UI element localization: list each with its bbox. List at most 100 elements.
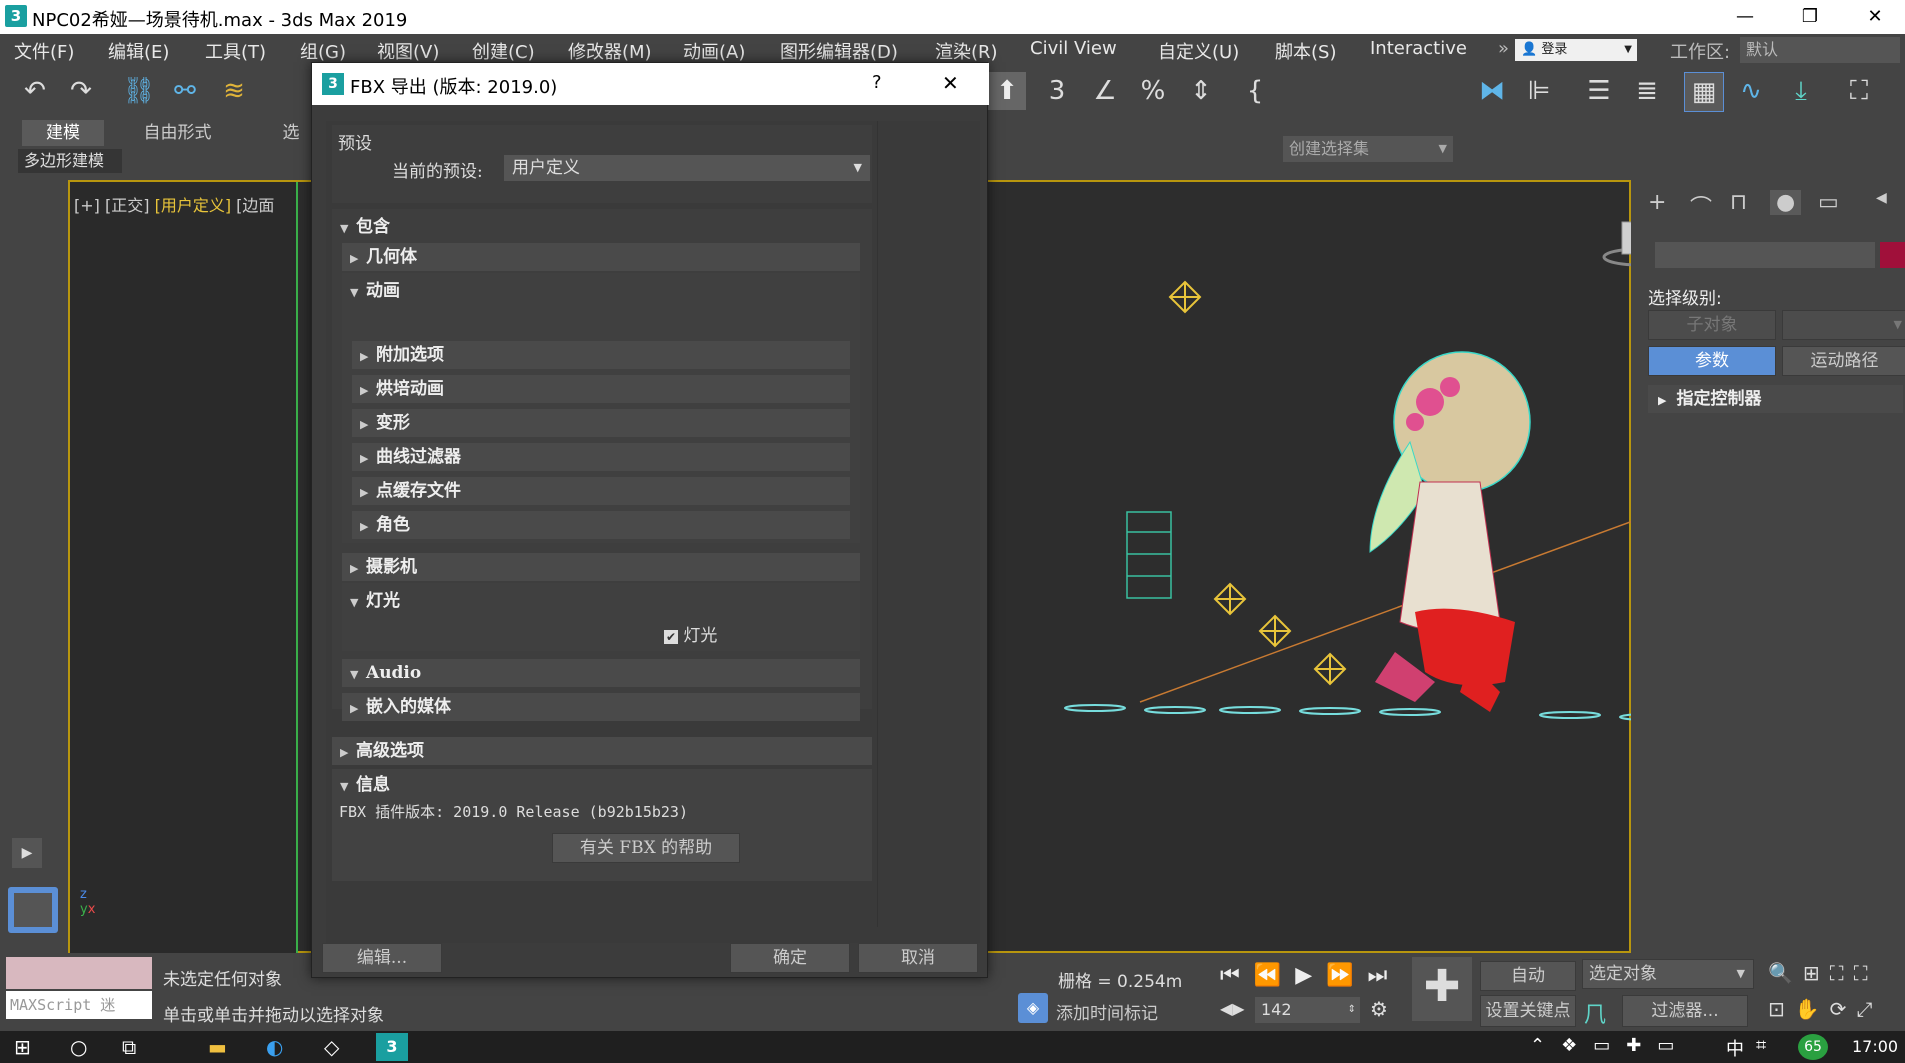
create-tab-icon[interactable]: + — [1648, 190, 1666, 215]
align-icon[interactable]: ⊫ — [1520, 72, 1558, 110]
ribbon-toggle-icon[interactable]: ▦ — [1684, 72, 1724, 112]
menu-file[interactable]: 文件(F) — [14, 38, 74, 64]
display-tab-icon[interactable]: ▭ — [1818, 190, 1839, 215]
embed-media-rollout[interactable]: ▶ 嵌入的媒体 — [342, 693, 860, 721]
parameters-button[interactable]: 参数 — [1648, 346, 1776, 376]
sub-object-button[interactable]: 子对象 — [1648, 310, 1776, 340]
viewport-layout-thumbnail[interactable] — [8, 887, 58, 933]
menu-customize[interactable]: 自定义(U) — [1158, 38, 1239, 64]
edit-preset-button[interactable]: 编辑... — [322, 943, 442, 973]
advanced-options-rollout[interactable]: ▶ 高级选项 — [332, 737, 872, 765]
menu-edit[interactable]: 编辑(E) — [108, 38, 169, 64]
cancel-button[interactable]: 取消 — [858, 943, 978, 973]
maximize-viewport-icon[interactable]: ⤢ — [1856, 997, 1882, 1021]
maxscript-listener-input[interactable]: MAXScript 迷 — [6, 991, 152, 1019]
scene-explorer-icon[interactable]: ☰ — [1580, 72, 1618, 110]
spinner-icon[interactable]: ⇕ — [1348, 997, 1356, 1023]
login-dropdown[interactable]: 👤 登录 ▼ — [1515, 39, 1637, 61]
edit-named-selection-icon[interactable]: { — [1236, 72, 1274, 110]
menu-rendering[interactable]: 渲染(R) — [935, 38, 998, 64]
tray-app-icon[interactable]: ❖ — [1561, 1035, 1593, 1056]
tab-selection[interactable]: 选 — [276, 120, 306, 146]
3dsmax-taskbar-icon[interactable]: 3 — [376, 1033, 408, 1061]
minimize-button[interactable]: — — [1715, 0, 1775, 34]
menu-modifiers[interactable]: 修改器(M) — [568, 38, 652, 64]
zoom-extents-all-icon[interactable]: ⛶ — [1854, 961, 1878, 985]
maximize-button[interactable]: ❐ — [1780, 0, 1840, 34]
expand-viewport-layouts-icon[interactable]: ▶ — [12, 838, 42, 868]
menu-create[interactable]: 创建(C) — [472, 38, 535, 64]
select-manipulate-icon[interactable]: ⬆ — [988, 72, 1026, 110]
help-button[interactable]: ? — [872, 72, 882, 93]
next-frame-icon[interactable]: ⏩ — [1326, 963, 1367, 988]
menu-view[interactable]: 视图(V) — [377, 38, 439, 64]
search-icon[interactable]: ○ — [70, 1035, 87, 1059]
menu-animation[interactable]: 动画(A) — [683, 38, 745, 64]
schematic-view-icon[interactable]: ⤓ — [1782, 72, 1820, 110]
curve-editor-icon[interactable]: ∿ — [1732, 72, 1770, 110]
include-rollout[interactable]: ▼ 包含 — [332, 213, 872, 241]
system-clock[interactable]: 17:00 — [1852, 1037, 1898, 1056]
previous-frame-icon[interactable]: ⏪ — [1254, 963, 1295, 988]
ime-indicator[interactable]: 中 — [1726, 1035, 1744, 1061]
key-mode-icon[interactable]: ◀▶ — [1220, 999, 1245, 1018]
motion-paths-button[interactable]: 运动路径 — [1782, 346, 1905, 376]
tray-display-icon[interactable]: ▭ — [1657, 1035, 1690, 1056]
viewport-user-label[interactable]: [用户定义] — [155, 196, 232, 215]
add-time-tag-label[interactable]: 添加时间标记 — [1056, 999, 1158, 1024]
chevron-left-icon[interactable]: ◀ — [1876, 190, 1887, 206]
play-icon[interactable]: ▶ — [1295, 963, 1326, 988]
tray-shield-icon[interactable]: ✚ — [1626, 1035, 1657, 1056]
bake-animation-rollout[interactable]: ▶ 烘培动画 — [352, 375, 850, 403]
go-to-end-icon[interactable]: ⏭ — [1368, 963, 1402, 988]
hierarchy-tab-icon[interactable]: ⊓ — [1730, 190, 1747, 215]
unity-icon[interactable]: ◇ — [324, 1035, 339, 1059]
key-filter-dropdown[interactable]: 选定对象 ▼ — [1582, 959, 1754, 989]
audio-rollout[interactable]: ▼ Audio — [342, 659, 860, 687]
mini-listener-output[interactable] — [6, 957, 152, 989]
modify-tab-icon[interactable]: ⌒ — [1690, 190, 1712, 222]
time-configuration-icon[interactable]: ⚙ — [1370, 997, 1388, 1021]
animation-rollout[interactable]: ▼ 动画 — [342, 277, 860, 305]
dialog-close-button[interactable]: ✕ — [942, 71, 959, 95]
menu-more-icon[interactable]: » — [1498, 38, 1509, 59]
fbx-help-button[interactable]: 有关 FBX 的帮助 — [552, 833, 740, 863]
cameras-rollout[interactable]: ▶ 摄影机 — [342, 553, 860, 581]
auto-key-button[interactable]: 自动 — [1480, 961, 1576, 991]
curve-filters-rollout[interactable]: ▶ 曲线过滤器 — [352, 443, 850, 471]
zoom-all-icon[interactable]: ⊞ — [1803, 961, 1830, 985]
left-viewport[interactable] — [70, 182, 298, 953]
go-to-start-icon[interactable]: ⏮ — [1220, 963, 1254, 988]
file-explorer-icon[interactable]: ▬ — [208, 1035, 227, 1059]
angle-snap-icon[interactable]: ∠ — [1086, 72, 1124, 110]
geometry-rollout[interactable]: ▶ 几何体 — [342, 243, 860, 271]
link-icon[interactable]: ⛓ — [120, 72, 158, 110]
menu-scripting[interactable]: 脚本(S) — [1275, 38, 1336, 64]
bind-space-warp-icon[interactable]: ≋ — [215, 72, 253, 110]
set-key-button[interactable]: 设置关键点 — [1480, 995, 1576, 1027]
menu-civil-view[interactable]: Civil View — [1030, 38, 1117, 59]
viewport-menu-label[interactable]: [+] — [74, 196, 100, 215]
lights-checkbox-row[interactable]: ✔ 灯光 — [664, 621, 717, 646]
zoom-icon[interactable]: 🔍 — [1768, 961, 1803, 985]
ime-mode-icon[interactable]: ⌗ — [1756, 1035, 1766, 1056]
zoom-extents-icon[interactable]: ⛶ — [1830, 961, 1854, 985]
lights-checkbox[interactable]: ✔ — [664, 629, 678, 644]
browser-icon[interactable]: ◐ — [266, 1035, 283, 1059]
assign-controller-rollout[interactable]: ▶ 指定控制器 — [1648, 385, 1903, 413]
layer-explorer-icon[interactable]: ≣ — [1628, 72, 1666, 110]
ok-button[interactable]: 确定 — [730, 943, 850, 973]
tray-chevron-icon[interactable]: ⌃ — [1530, 1035, 1561, 1056]
redo-icon[interactable]: ↷ — [62, 72, 100, 110]
polygon-modeling-panel[interactable]: 多边形建模 — [18, 149, 122, 173]
lights-rollout[interactable]: ▼ 灯光 — [342, 587, 860, 615]
extra-options-rollout[interactable]: ▶ 附加选项 — [352, 341, 850, 369]
task-view-icon[interactable]: ⧉ — [122, 1035, 136, 1059]
tab-modeling[interactable]: 建模 — [22, 120, 104, 146]
named-selection-set-dropdown[interactable]: 创建选择集 ▼ — [1283, 136, 1453, 162]
menu-graph-editors[interactable]: 图形编辑器(D) — [780, 38, 898, 64]
tray-network-icon[interactable]: ▭ — [1593, 1035, 1626, 1056]
material-editor-icon[interactable]: ⛶ — [1840, 72, 1878, 110]
viewport-view-label[interactable]: [正交] — [105, 196, 150, 215]
menu-interactive[interactable]: Interactive — [1370, 38, 1467, 59]
